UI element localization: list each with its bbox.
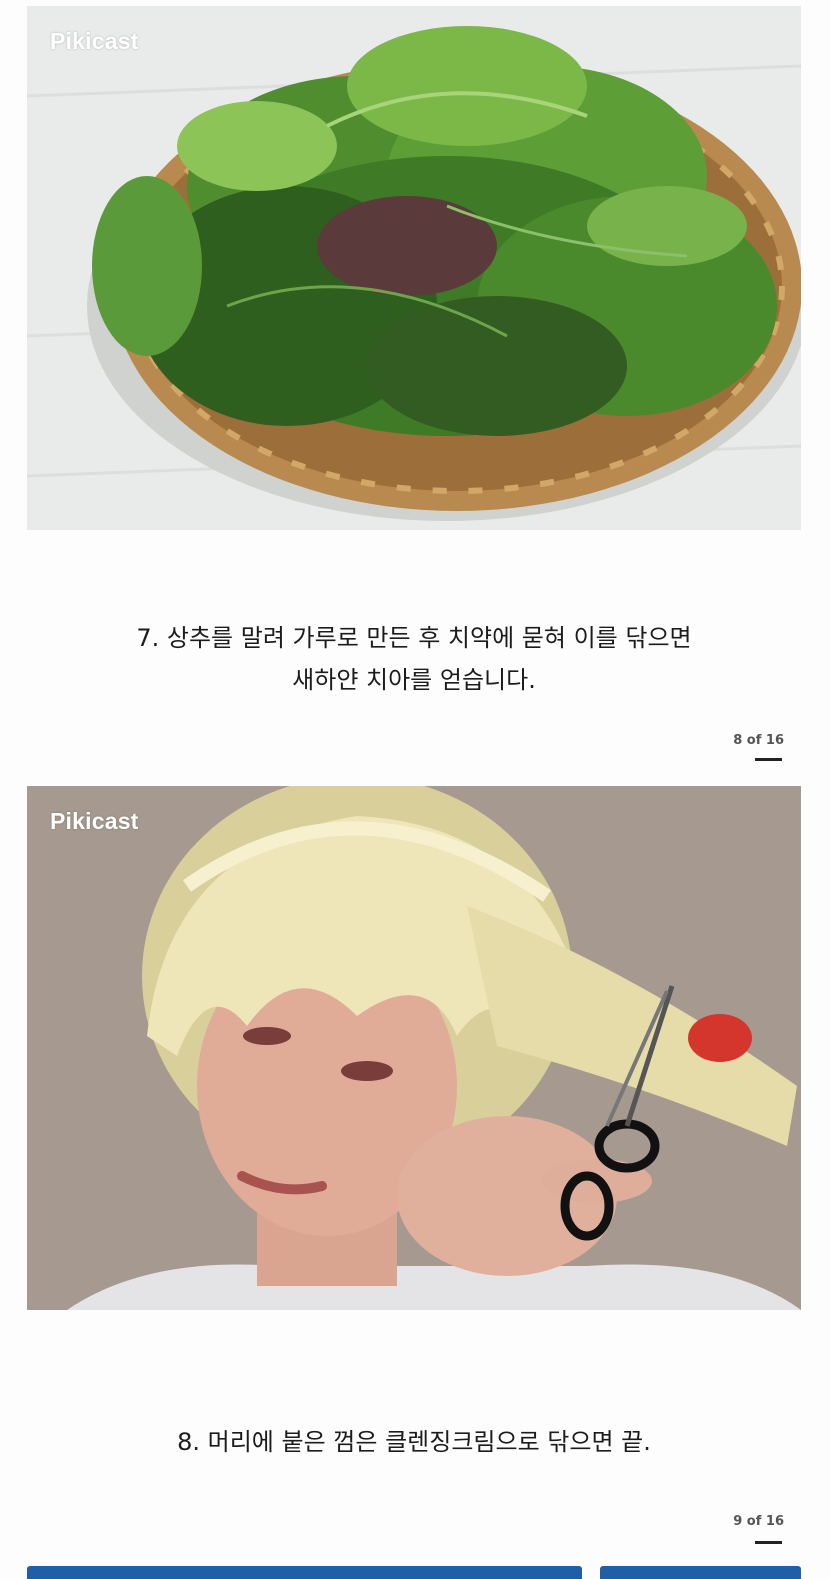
pikicast-watermark: Pikicast: [50, 808, 139, 834]
hair-scissors-illustration: [27, 786, 801, 1310]
hair-scissors-image: Pikicast: [27, 786, 801, 1310]
slide-counter: 8 of 16: [733, 733, 784, 748]
bottom-action-button-secondary[interactable]: [600, 1566, 801, 1579]
lettuce-basket-illustration: [27, 6, 801, 530]
caption-line: 7. 상추를 말려 가루로 만든 후 치약에 묻혀 이를 닦으면: [136, 624, 692, 652]
counter-underline: [755, 758, 782, 761]
slide-caption: 7. 상추를 말려 가루로 만든 후 치약에 묻혀 이를 닦으면 새하얀 치아를…: [27, 617, 801, 701]
counter-underline: [755, 1541, 782, 1544]
slide-counter: 9 of 16: [733, 1514, 784, 1529]
pikicast-watermark: Pikicast: [50, 28, 139, 54]
pikicast-article-page: Pikicast 7. 상추를 말려 가루로 만든 후 치약에 묻혀 이를 닦으…: [0, 0, 830, 1579]
bottom-action-button[interactable]: [27, 1566, 582, 1579]
caption-line: 8. 머리에 붙은 껌은 클렌징크림으로 닦으면 끝.: [177, 1428, 651, 1456]
slide-caption: 8. 머리에 붙은 껌은 클렌징크림으로 닦으면 끝.: [27, 1421, 801, 1463]
caption-line: 새하얀 치아를 얻습니다.: [292, 666, 536, 694]
lettuce-basket-image: Pikicast: [27, 6, 801, 530]
